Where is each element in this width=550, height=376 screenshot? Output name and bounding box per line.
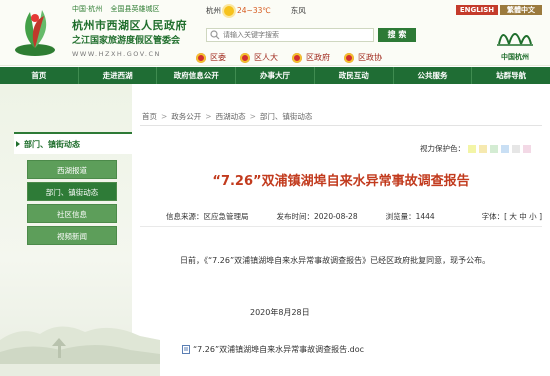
english-link[interactable]: ENGLISH [456,5,498,15]
small-link-hero[interactable]: 全国县英雄城区 [110,5,159,13]
article-sign-date: 2020年8月28日 [250,308,310,317]
breadcrumb: 首页 > 政务公开 > 西湖动态 > 部门、镇街动态 [142,111,312,122]
search-input[interactable] [223,31,363,39]
org-label: 区人大 [254,53,278,62]
nav-home[interactable]: 首页 [0,67,79,84]
color-swatch[interactable] [468,144,476,153]
breadcrumb-open-affairs[interactable]: 政务公开 [171,111,201,122]
triangle-bullet-icon [16,141,20,147]
small-link-hangzhou[interactable]: 中国·杭州 [72,5,102,13]
eye-protection-colors: 视力保护色： [420,143,531,154]
nav-info-disclosure[interactable]: 政府信息公开 [157,67,237,84]
sidebar-menu: 西湖报道 部门、镇街动态 社区信息 视频新闻 [27,160,117,248]
org-label: 区政协 [358,53,382,62]
sidebar-heading: 部门、镇街动态 [14,132,132,154]
sidebar-item-community[interactable]: 社区信息 [27,204,117,223]
breadcrumb-separator: > [205,112,212,121]
party-emblem-icon [196,52,206,63]
breadcrumb-separator: > [161,112,168,121]
meta-divider [140,226,542,227]
weather-temp: 24~33℃ [237,6,271,15]
org-link-district-committee[interactable]: 区委 [196,52,226,63]
nav-service-hall[interactable]: 办事大厅 [236,67,315,84]
org-link-peoples-congress[interactable]: 区人大 [240,52,278,63]
weather-city: 杭州 [206,6,221,15]
top-small-links: 中国·杭州 全国县英雄城区 [72,4,165,14]
attachment-filename[interactable]: “7.26”双浦镇湖埠自来水异常事故调查报告.doc [193,344,364,355]
main-nav: 首页 走进西湖 政府信息公开 办事大厅 政民互动 公共服务 站群导航 [0,67,550,84]
cppcc-emblem-icon [344,52,354,63]
site-title: 杭州市西湖区人民政府 [72,19,187,32]
org-label: 区政府 [306,53,330,62]
sidebar-item-dept-news[interactable]: 部门、镇街动态 [27,182,117,201]
site-header: 中国·杭州 全国县英雄城区 杭州市西湖区人民政府 之江国家旅游度假区管委会 WW… [0,0,550,66]
color-swatch[interactable] [479,144,487,153]
org-label: 区委 [210,53,226,62]
breadcrumb-home[interactable]: 首页 [142,111,157,122]
sidebar-item-xihu-report[interactable]: 西湖报道 [27,160,117,179]
city-logo-text: 中国杭州 [501,53,529,61]
org-link-cppcc[interactable]: 区政协 [344,52,382,63]
nav-site-group[interactable]: 站群导航 [472,67,550,84]
hangzhou-city-logo[interactable]: 中国杭州 [490,22,540,62]
site-url: WWW.HZXH.GOV.CN [72,50,161,58]
traditional-chinese-link[interactable]: 繁體中文 [500,5,542,15]
color-swatch[interactable] [490,144,498,153]
site-subtitle: 之江国家旅游度假区管委会 [72,36,181,46]
org-link-district-government[interactable]: 区政府 [292,52,330,63]
weather-wind: 东风 [290,6,306,15]
weather-widget: 杭州 24~33℃ 东风 [206,5,306,16]
attachment-link[interactable]: “7.26”双浦镇湖埠自来水异常事故调查报告.doc [182,344,364,355]
search-button[interactable]: 搜 索 [378,28,416,42]
sun-icon [224,5,234,16]
west-lake-landscape-illustration [0,326,160,376]
sidebar-item-video-news[interactable]: 视频新闻 [27,226,117,245]
color-swatch[interactable] [501,144,509,153]
breadcrumb-separator: > [249,112,256,121]
breadcrumb-dept-news[interactable]: 部门、镇街动态 [260,111,313,122]
article-date: 发布时间：2020-08-28 [276,212,358,221]
nav-about-xihu[interactable]: 走进西湖 [79,67,158,84]
district-logo[interactable] [10,4,60,58]
city-logo-icon [497,33,533,46]
color-swatch[interactable] [523,144,531,153]
nav-interaction[interactable]: 政民互动 [315,67,394,84]
article-meta: 信息来源：区应急管理局 发布时间：2020-08-28 浏览量：1444 字体：… [166,211,542,222]
national-emblem-icon [292,52,302,63]
article-source: 信息来源：区应急管理局 [166,212,249,221]
org-links: 区委 区人大 区政府 区政协 [196,52,396,63]
nav-public-service[interactable]: 公共服务 [394,67,473,84]
article-title: “7.26”双浦镇湖埠自来水异常事故调查报告 [212,174,470,189]
national-emblem-icon [240,52,250,63]
color-swatch[interactable] [512,144,520,153]
sidebar-heading-label: 部门、镇街动态 [24,139,80,149]
search-icon [210,30,220,40]
font-size-switcher[interactable]: 字体：[ 大 中 小 ] [482,211,542,222]
eye-protection-label: 视力保护色： [420,144,465,153]
breadcrumb-xihu-news[interactable]: 西湖动态 [216,111,246,122]
article-views: 浏览量：1444 [385,212,435,221]
document-icon [182,345,190,354]
article-body: 日前，《“7.26”双浦镇湖埠自来水异常事故调查报告》已经区政府批复同意，现予公… [180,256,491,265]
search-box [206,28,374,42]
breadcrumb-divider [140,125,542,126]
